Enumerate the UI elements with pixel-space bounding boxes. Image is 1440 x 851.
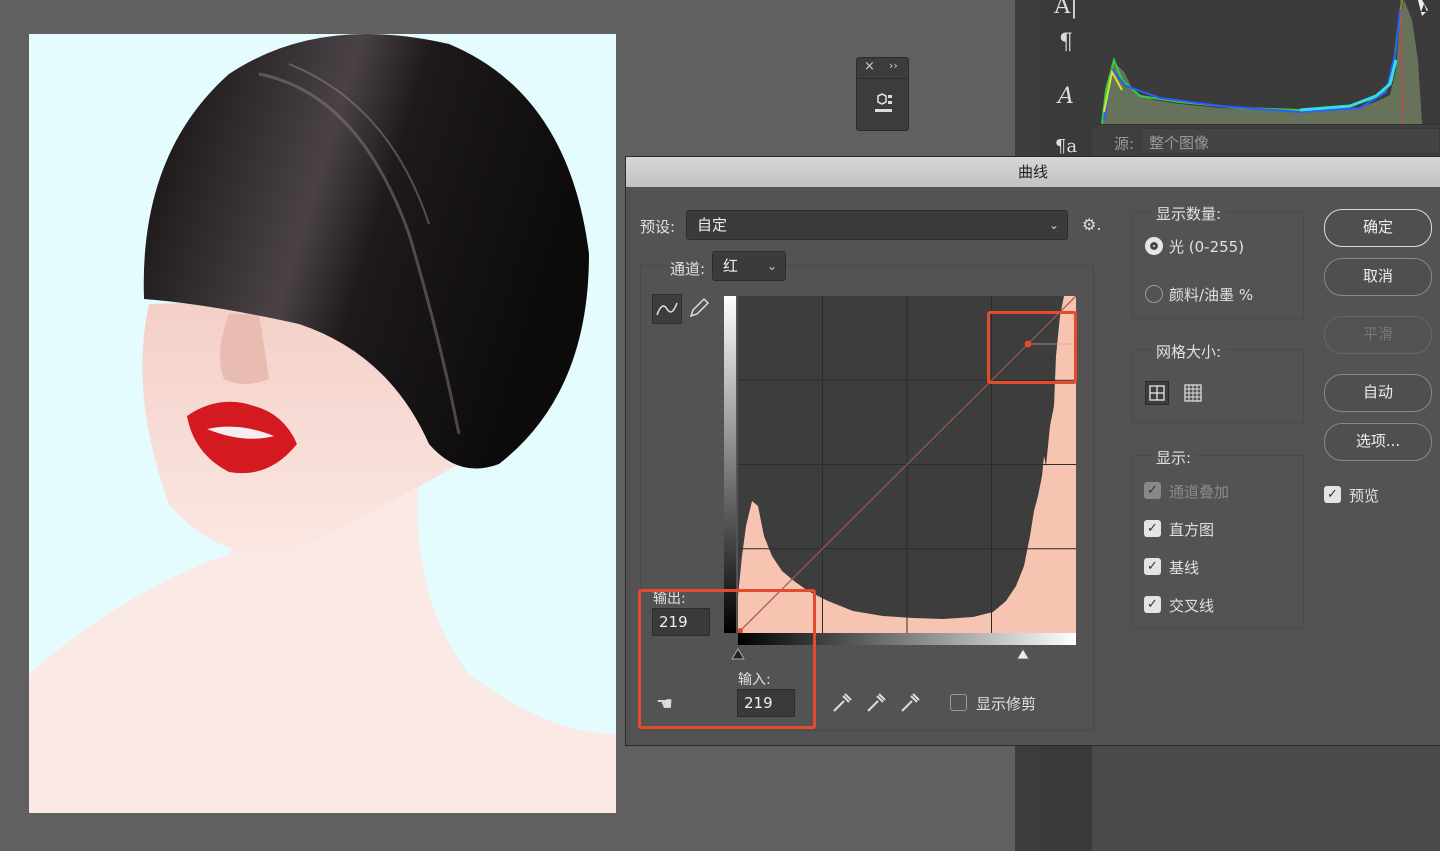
cancel-button[interactable]: 取消: [1324, 258, 1432, 296]
document-photo: [29, 34, 616, 813]
character-panel-icon[interactable]: A|: [1053, 0, 1079, 20]
black-eyedropper-icon[interactable]: [830, 691, 854, 715]
pencil-icon: [689, 297, 710, 318]
histogram-graph: [1100, 0, 1438, 124]
intersection-line-label: 交叉线: [1169, 597, 1215, 615]
lower-panel-area: [1092, 745, 1440, 851]
preview-checkbox[interactable]: ✓: [1324, 486, 1341, 503]
chevron-down-icon: ⌄: [766, 259, 777, 273]
preset-label: 预设:: [640, 218, 676, 236]
floating-mini-panel: × ››: [856, 57, 909, 131]
paragraph-icon[interactable]: ¶: [1053, 30, 1079, 56]
simple-grid-button[interactable]: [1145, 381, 1169, 405]
show-clipping-label: 显示修剪: [976, 695, 1037, 713]
properties-panel-icon[interactable]: [872, 92, 894, 116]
intersection-line-checkbox[interactable]: ✓: [1144, 596, 1161, 613]
light-radio-label: 光 (0-255): [1169, 238, 1245, 256]
white-eyedropper-icon[interactable]: [898, 691, 922, 715]
ok-button[interactable]: 确定: [1324, 209, 1432, 247]
preset-options-gear-icon[interactable]: ⚙.: [1082, 215, 1101, 234]
glyphs-icon[interactable]: A: [1053, 84, 1079, 110]
source-value: 整个图像: [1149, 134, 1210, 152]
smooth-button[interactable]: 平滑: [1324, 316, 1432, 354]
chevron-down-icon: ⌄: [1048, 218, 1059, 232]
preview-label: 预览: [1349, 487, 1380, 505]
collapse-icon[interactable]: ››: [889, 59, 898, 72]
preset-value: 自定: [697, 216, 728, 234]
detailed-grid-button[interactable]: [1182, 382, 1204, 408]
options-button[interactable]: 选项...: [1324, 423, 1432, 461]
portrait-image: [29, 34, 616, 813]
channel-select[interactable]: 红 ⌄: [712, 251, 786, 281]
gray-eyedropper-icon[interactable]: [864, 691, 888, 715]
curves-dialog: 曲线 预设: 自定 ⌄ ⚙. 通道: 红 ⌄ 输出: 219 输入: 219 ☚…: [626, 157, 1440, 745]
source-label: 源:: [1114, 135, 1135, 153]
channel-label: 通道:: [666, 258, 710, 279]
source-select[interactable]: 整个图像: [1140, 128, 1440, 154]
output-gradient-bar: [724, 296, 736, 633]
channel-overlays-label: 通道叠加: [1169, 483, 1230, 501]
curve-tool-icon: [656, 302, 678, 316]
light-radio[interactable]: [1145, 237, 1163, 255]
show-amount-title: 显示数量:: [1152, 203, 1226, 224]
dialog-title: 曲线: [626, 157, 1440, 187]
show-clipping-checkbox[interactable]: [950, 694, 967, 711]
histogram-panel: 源: 整个图像: [1092, 0, 1440, 161]
highlight-box-input-output: [638, 589, 816, 729]
preset-select[interactable]: 自定 ⌄: [686, 210, 1068, 240]
simple-grid-icon: [1149, 385, 1165, 401]
baseline-label: 基线: [1169, 559, 1200, 577]
auto-button[interactable]: 自动: [1324, 374, 1432, 412]
channel-value: 红: [723, 257, 739, 275]
display-title: 显示:: [1152, 447, 1196, 468]
baseline-checkbox[interactable]: ✓: [1144, 558, 1161, 575]
histogram-checkbox[interactable]: ✓: [1144, 520, 1161, 537]
close-icon[interactable]: ×: [864, 59, 875, 74]
pencil-tool[interactable]: [686, 295, 712, 325]
histogram-label: 直方图: [1169, 521, 1215, 539]
pigment-radio[interactable]: [1145, 285, 1163, 303]
point-curve-tool[interactable]: [652, 294, 682, 324]
detailed-grid-icon: [1184, 384, 1202, 402]
tools-column-lower: [1040, 745, 1092, 851]
channel-overlays-checkbox[interactable]: ✓: [1144, 482, 1161, 499]
pigment-radio-label: 颜料/油墨 %: [1169, 286, 1254, 304]
highlight-box-curve-point: [987, 311, 1077, 384]
grid-size-title: 网格大小:: [1152, 341, 1226, 362]
white-point-slider[interactable]: [1015, 647, 1031, 661]
